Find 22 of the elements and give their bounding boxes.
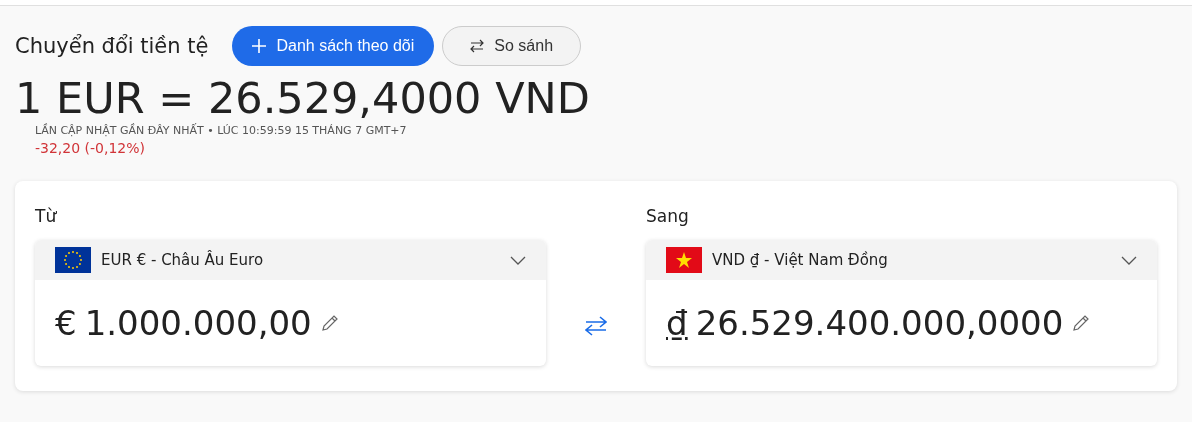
currency-dropdown[interactable]: EUR € - Châu Âu Euro bbox=[35, 240, 546, 280]
exchange-rate: 1 EUR = 26.529,4000 VND bbox=[15, 72, 591, 123]
chevron-down-icon bbox=[1121, 255, 1137, 265]
rate-change: -32,20 (-0,12%) bbox=[35, 140, 147, 156]
amount-field[interactable]: 1.000.000,00 bbox=[84, 303, 312, 343]
plus-icon bbox=[252, 39, 267, 53]
compare-button[interactable]: So sánh bbox=[442, 26, 582, 66]
chevron-down-icon bbox=[510, 255, 526, 265]
swap-arrows-icon[interactable] bbox=[585, 315, 607, 337]
watchlist-button[interactable]: Danh sách theo dõi bbox=[232, 26, 435, 66]
pencil-icon[interactable] bbox=[319, 313, 340, 333]
page-title: Chuyển đổi tiền tệ bbox=[15, 34, 209, 58]
last-updated-text: LẦN CẬP NHẬT GẦN ĐÂY NHẤT • LÚC 10:59:59 15 THÁNG 7 GMT+7 bbox=[35, 124, 408, 137]
swap-arrows-icon bbox=[470, 39, 485, 53]
currency-symbol: € bbox=[55, 303, 77, 343]
field-label: Từ bbox=[35, 206, 58, 226]
flag-icon bbox=[666, 247, 702, 273]
currency-dropdown[interactable]: VND ₫ - Việt Nam Đồng bbox=[646, 240, 1157, 280]
amount-field[interactable]: 26.529.400.000,0000 bbox=[695, 303, 1064, 343]
flag-icon bbox=[55, 247, 91, 273]
field-label: Sang bbox=[646, 206, 690, 226]
currency-symbol: ₫ bbox=[666, 303, 688, 343]
